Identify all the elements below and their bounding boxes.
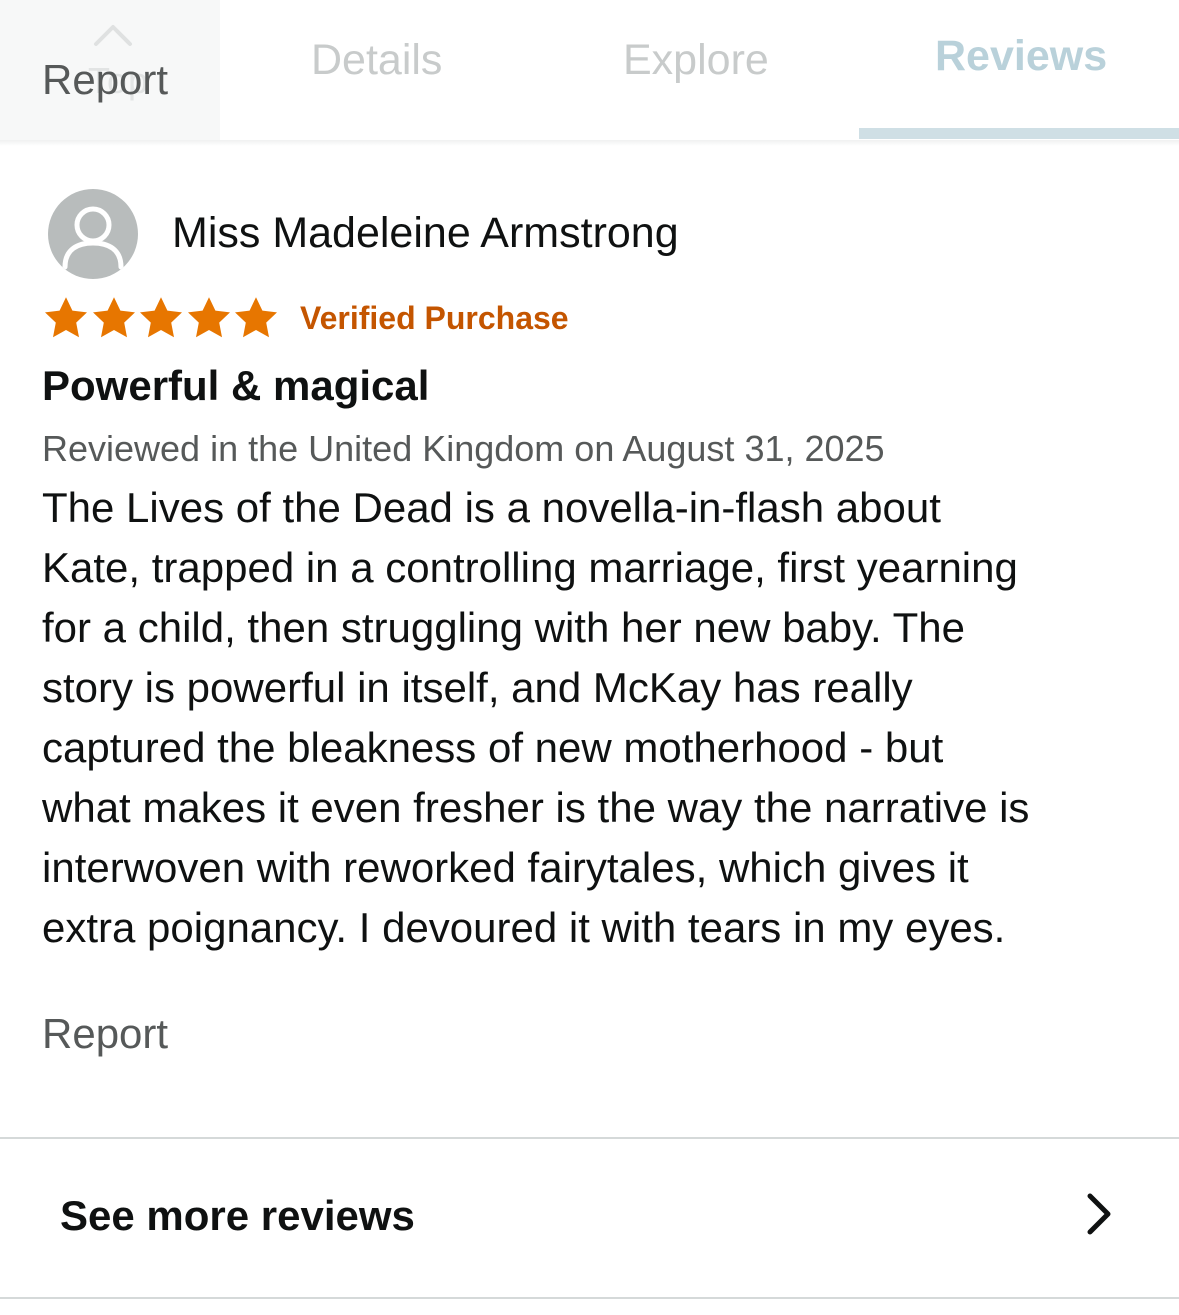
review-title: Powerful & magical [42,362,430,409]
review-page: Top Report Details Explore Reviews Miss … [0,0,1179,1315]
avatar [48,189,138,279]
active-tab-indicator [859,128,1179,139]
report-overlay-text: Report [42,56,169,103]
review-body-line: what makes it even fresher is the way th… [42,784,1030,831]
report-button[interactable]: Report [42,1010,168,1058]
review-body-line: The Lives of the Dead is a novella-in-fl… [42,484,941,531]
star-icon [140,297,182,338]
divider [0,1137,1179,1139]
chevron-right-icon [1087,1193,1111,1235]
star-icon [187,297,230,338]
star-rating [42,294,280,342]
review-body-line: Kate, trapped in a controlling marriage,… [42,544,1018,591]
tab-reviews[interactable]: Reviews [935,32,1107,81]
see-more-reviews-label: See more reviews [60,1192,415,1239]
tab-explore[interactable]: Explore [623,36,769,85]
review-body-line: extra poignancy. I devoured it with tear… [42,904,1006,951]
tab-details[interactable]: Details [311,36,442,85]
review-date: Reviewed in the United Kingdom on August… [42,428,885,469]
back-to-top-button[interactable]: Top Report [0,0,220,140]
reviewer-name[interactable]: Miss Madeleine Armstrong [172,209,679,258]
review-body-line: for a child, then struggling with her ne… [42,604,965,651]
tab-bar-shadow [0,140,1179,146]
review-body-line: interwoven with reworked fairytales, whi… [42,844,969,891]
review-body-line: story is powerful in itself, and McKay h… [42,664,913,711]
review-body-line: captured the bleakness of new motherhood… [42,724,944,771]
review-body: The Lives of the Dead is a novella-in-fl… [42,478,1152,958]
verified-purchase-badge: Verified Purchase [300,300,569,336]
star-icon [235,297,277,338]
tab-bar: Top Report Details Explore Reviews [0,0,1179,140]
star-icon [92,297,135,338]
divider [0,1297,1179,1299]
see-more-reviews-button[interactable]: See more reviews [0,1140,1179,1296]
person-icon [62,206,124,270]
chevron-up-icon [94,25,132,46]
star-icon [45,297,87,338]
